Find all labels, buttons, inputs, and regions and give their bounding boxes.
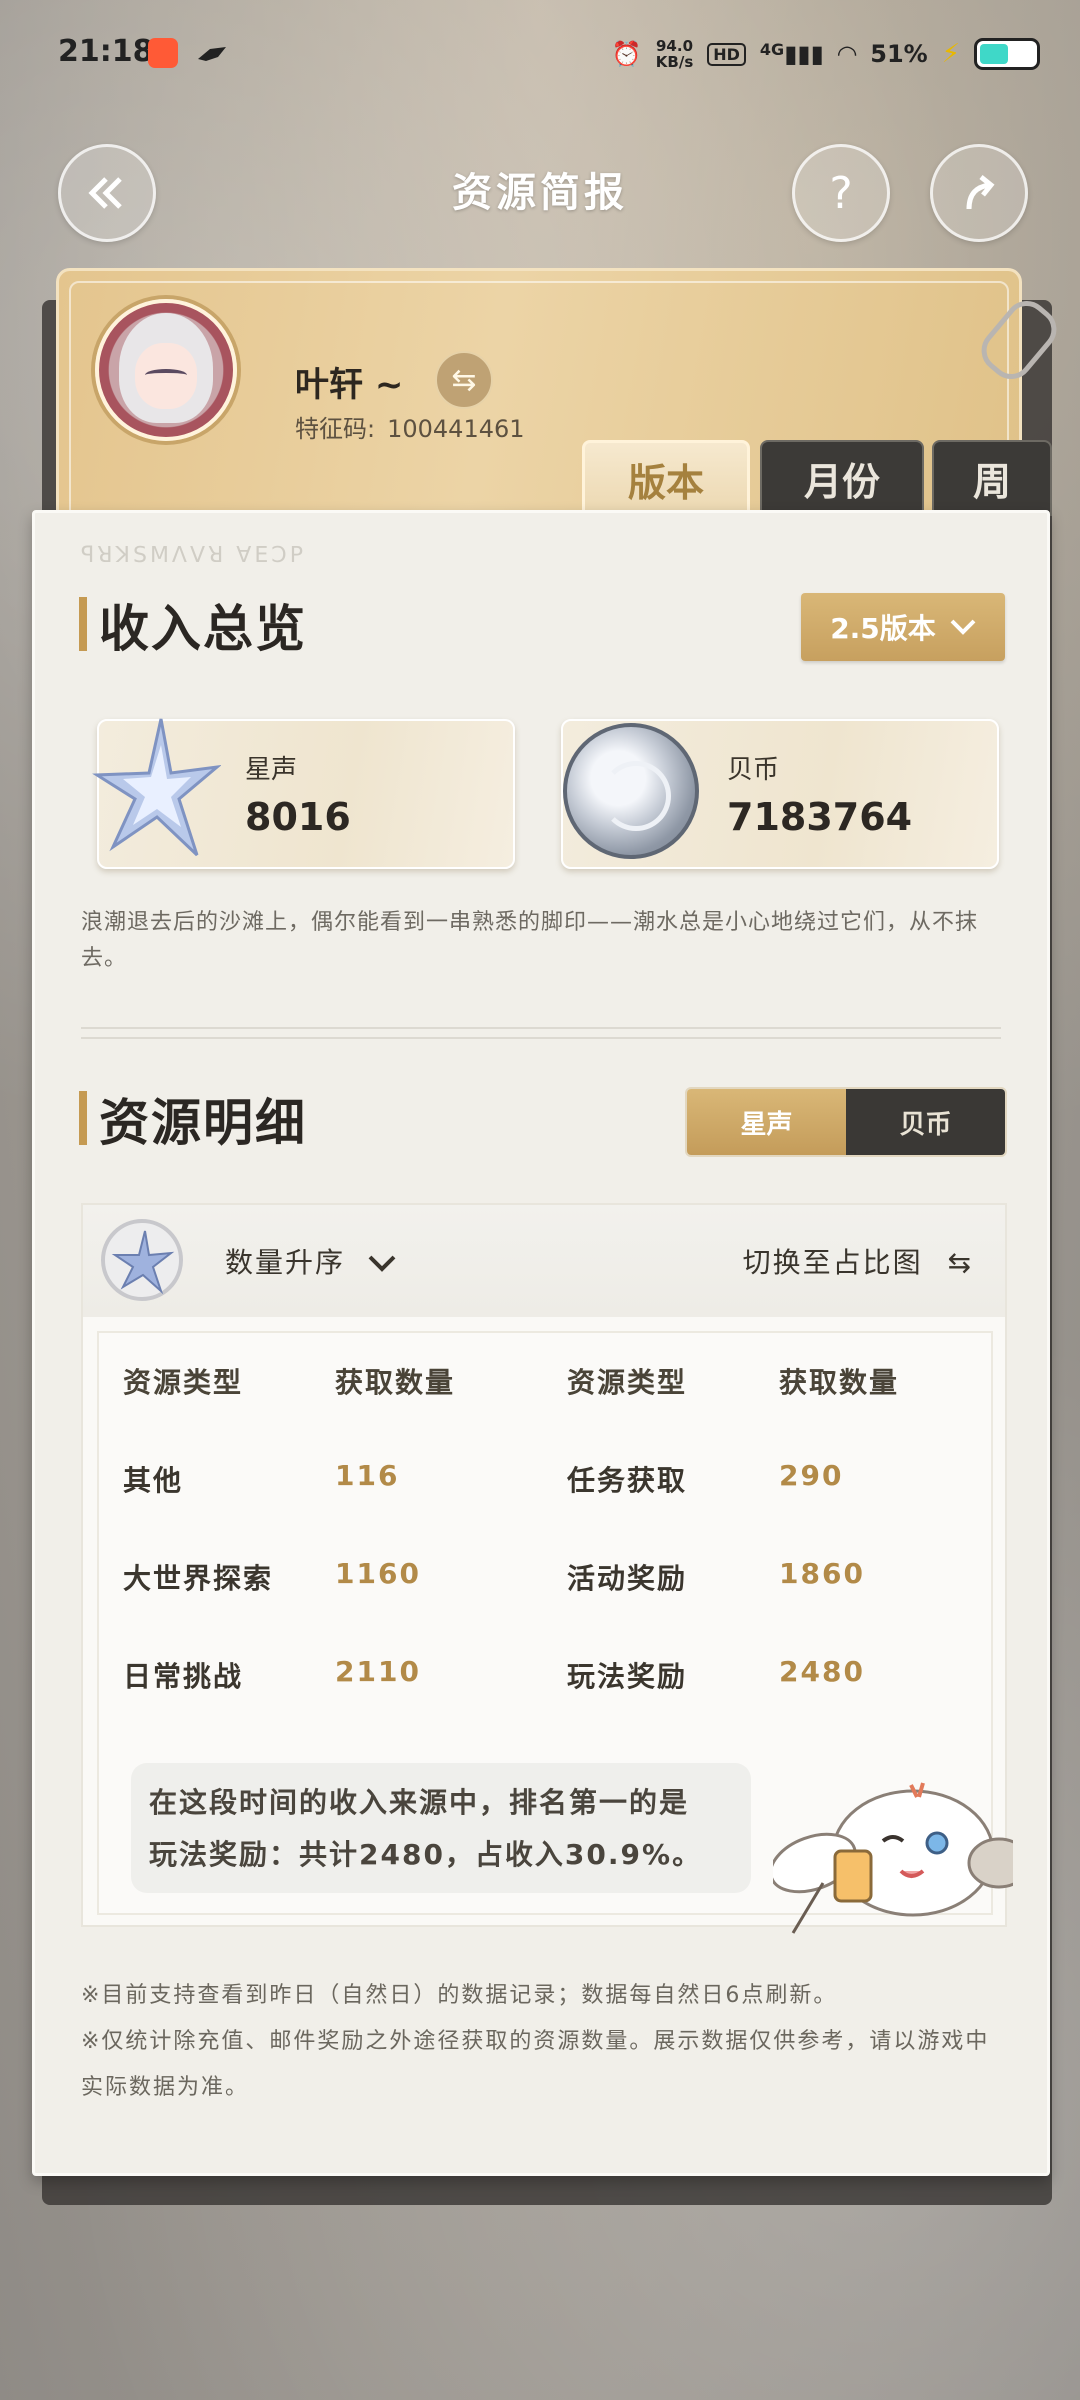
astrite-star-icon	[92, 718, 221, 857]
resource-table: 资源类型 获取数量 资源类型 获取数量 其他 116 任务获取 290 大世界探…	[97, 1331, 1013, 1934]
share-icon	[966, 175, 995, 210]
column-header: 获取数量	[779, 1366, 900, 1399]
table-cell: 2110	[335, 1655, 421, 1688]
hd-icon: HD	[707, 42, 746, 66]
status-bar: 21:18 ⏰ 94.0 KB/s HD 4G▮▮▮ ◠ 51% ⚡	[0, 0, 1080, 110]
table-cell: 大世界探索	[123, 1562, 274, 1595]
column-header: 资源类型	[123, 1366, 244, 1399]
charging-icon: ⚡	[941, 39, 960, 69]
table-cell: 活动奖励	[567, 1562, 688, 1595]
report-panel: ꟼꓤꓘꓢꓟꓥꓦꓤ ꓯꓰꓛꓑ 收入总览 2.5版本 星声 8016 贝币 7183…	[32, 510, 1050, 2176]
resource-card-astrite: 星声 8016	[92, 718, 515, 869]
resource-name: 星声	[245, 755, 298, 785]
overview-title: 收入总览	[99, 600, 307, 658]
table-cell: 116	[335, 1459, 400, 1492]
section-bar	[79, 1091, 87, 1145]
table-cell: 1160	[335, 1557, 421, 1590]
switch-to-pie-button[interactable]: 切换至占比图 ⇆	[743, 1241, 973, 1281]
share-button[interactable]	[930, 144, 1028, 242]
alarm-icon: ⏰	[611, 40, 642, 68]
tab-version[interactable]: 版本	[582, 440, 750, 518]
notification-app-icon	[148, 38, 178, 68]
divider	[81, 1027, 1001, 1039]
details-title: 资源明细	[99, 1094, 307, 1152]
table-cell: 玩法奖励	[567, 1660, 688, 1693]
footnotes: ※目前支持查看到昨日（自然日）的数据记录；数据每自然日6点刷新。 ※仅统计除充值…	[81, 1973, 1011, 2111]
uid: 特征码: 100441461	[295, 415, 525, 443]
summary-bubble: 在这段时间的收入来源中，排名第一的是 玩法奖励：共计2480，占收入30.9%。	[131, 1763, 751, 1893]
help-button[interactable]: ?	[792, 144, 890, 242]
table-cell: 1860	[779, 1557, 865, 1590]
nickname: 叶轩 ~	[295, 365, 404, 405]
table-cell: 日常挑战	[123, 1660, 244, 1693]
shell-coin-icon	[563, 723, 699, 859]
switch-account-icon[interactable]: ⇆	[435, 351, 493, 409]
section-bar	[79, 597, 87, 651]
avatar[interactable]	[95, 299, 237, 441]
resource-toggle: 星声 贝币	[685, 1087, 1007, 1157]
net-speed: 94.0 KB/s	[655, 37, 694, 71]
column-header: 资源类型	[567, 1366, 688, 1399]
table-cell: 2480	[779, 1655, 865, 1688]
mascot-illustration	[773, 1782, 1013, 1934]
resource-name: 贝币	[727, 755, 780, 785]
flavor-text: 浪潮退去后的沙滩上，偶尔能看到一串熟悉的脚印——潮水总是小心地绕过它们，从不抹去…	[81, 910, 979, 971]
page-title: 资源简报	[452, 170, 628, 216]
question-icon: ?	[829, 167, 853, 219]
battery-icon	[974, 38, 1040, 70]
wifi-icon: ◠	[837, 40, 857, 68]
column-header: 获取数量	[335, 1366, 456, 1399]
resource-value: 8016	[245, 795, 351, 839]
footnote: ※目前支持查看到昨日（自然日）的数据记录；数据每自然日6点刷新。	[81, 1983, 838, 2008]
battery-percent: 51%	[870, 40, 928, 68]
details-box: 数量升序 切换至占比图 ⇆ 资源类型 获取数量 资源类型 获取数量 其他 116…	[81, 1203, 1013, 1934]
chevron-down-icon	[950, 619, 976, 635]
details-toolbar: 数量升序 切换至占比图 ⇆	[83, 1205, 1005, 1317]
version-selector[interactable]: 2.5版本	[801, 593, 1005, 661]
swap-icon: ⇆	[947, 1246, 973, 1279]
footnote: ※仅统计除充值、邮件奖励之外途径获取的资源数量。展示数据仅供参考，请以游戏中实际…	[81, 2029, 990, 2100]
resource-value: 7183764	[727, 795, 913, 839]
cast-icon	[198, 47, 226, 61]
status-time: 21:18	[58, 34, 154, 69]
resource-card-shell-coin: 贝币 7183764	[561, 719, 999, 869]
toggle-shell-coin[interactable]: 贝币	[846, 1089, 1005, 1155]
sort-dropdown[interactable]: 数量升序	[225, 1241, 396, 1281]
table-cell: 其他	[123, 1464, 184, 1497]
signal-icon: 4G▮▮▮	[759, 40, 824, 68]
astrite-small-icon	[101, 1219, 183, 1301]
table-cell: 任务获取	[567, 1464, 688, 1497]
toggle-astrite[interactable]: 星声	[687, 1089, 846, 1155]
tab-week[interactable]: 周	[932, 440, 1052, 516]
chevron-down-icon	[368, 1255, 396, 1272]
table-cell: 290	[779, 1459, 844, 1492]
tab-month[interactable]: 月份	[760, 440, 924, 516]
decorative-glyphs: ꟼꓤꓘꓢꓟꓥꓦꓤ ꓯꓰꓛꓑ	[81, 543, 306, 568]
